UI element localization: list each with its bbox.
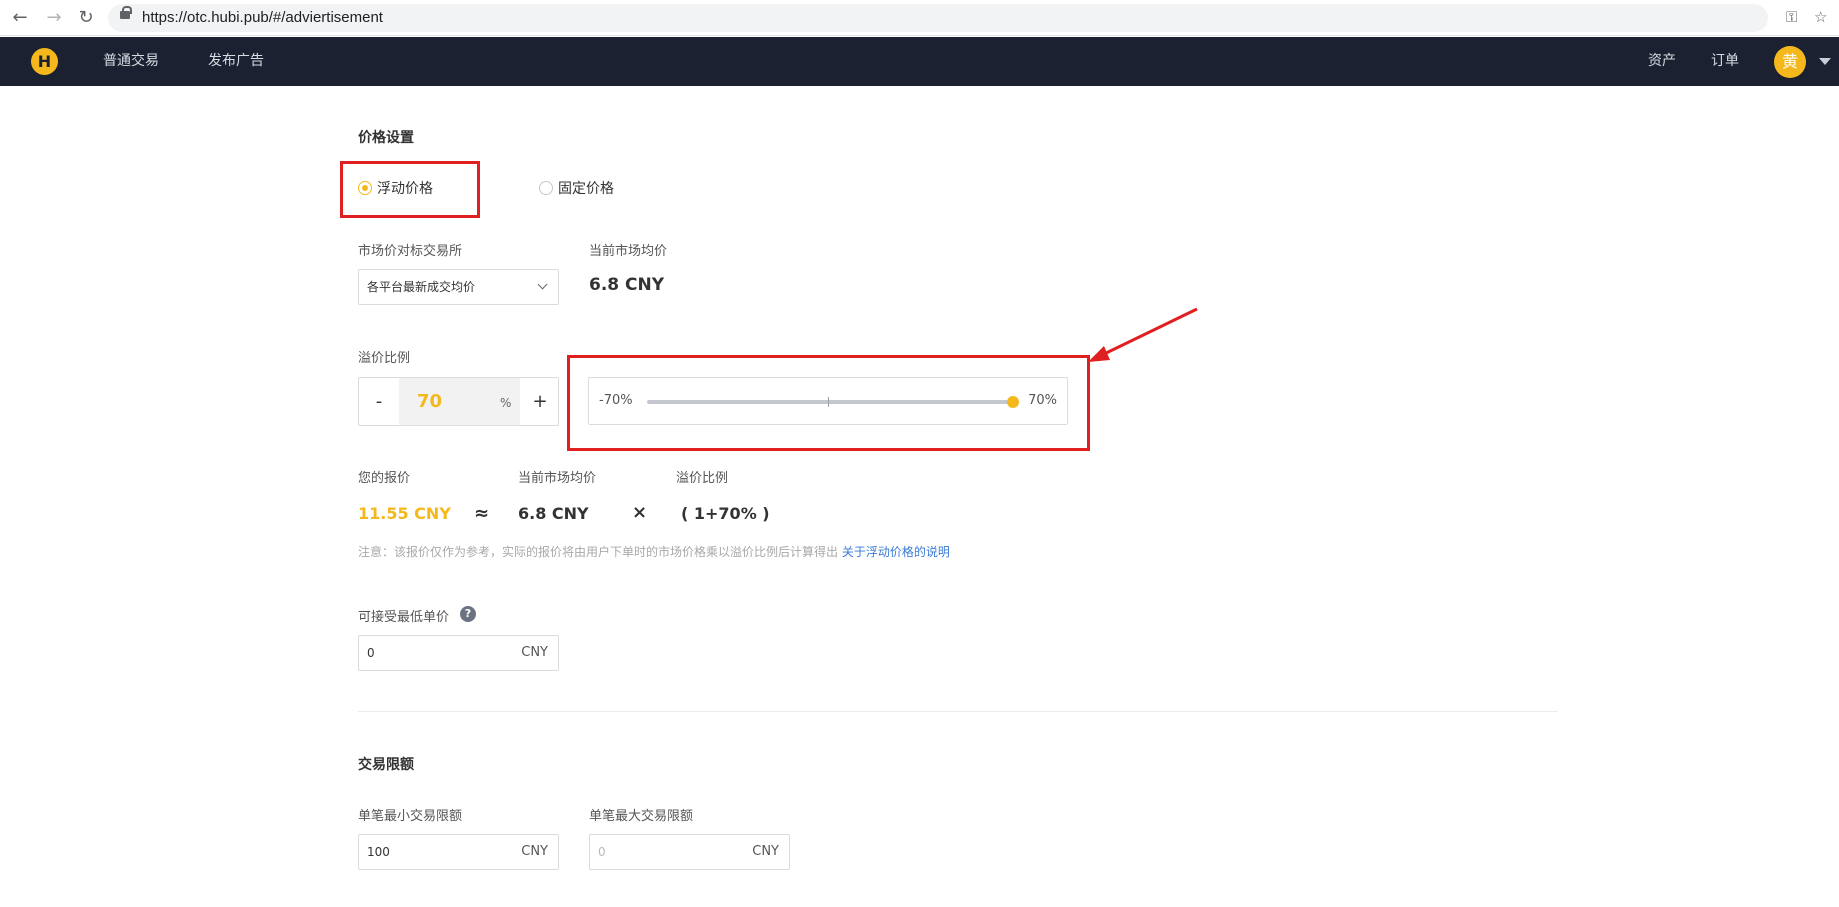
chevron-down-icon [537,279,548,290]
premium-plus-button[interactable]: + [520,378,560,425]
lock-icon [120,6,132,19]
max-limit-placeholder: 0 [598,845,606,859]
min-limit-value: 100 [367,845,390,859]
annotation-arrow-icon [1088,307,1198,362]
back-arrow-icon[interactable]: ← [8,6,32,30]
formula-premium-label: 溢价比例 [676,471,729,486]
premium-minus-button[interactable]: - [359,378,399,425]
premium-stepper: - 70 % + [358,377,559,426]
times-symbol: × [632,502,648,523]
min-limit-label: 单笔最小交易限额 [358,809,463,824]
floating-price-notice: 注意：该报价仅作为参考，实际的报价将由用户下单时的市场价格乘以溢价比例后计算得出… [358,543,950,560]
min-price-input[interactable]: 0 CNY [358,635,559,671]
market-avg-value: 6.8 CNY [589,275,665,295]
address-bar[interactable]: https://otc.hubi.pub/#/adviertisement [108,4,1768,32]
min-price-label: 可接受最低单价 [358,610,450,625]
forward-arrow-icon[interactable]: → [42,6,66,30]
exchange-select[interactable]: 各平台最新成交均价 [358,269,559,305]
key-icon[interactable]: ⚿ [1786,8,1797,26]
premium-unit: % [500,396,512,410]
app-header: H 普通交易 发布广告 资产 订单 黄 [0,37,1839,86]
nav-normal-trade[interactable]: 普通交易 [103,37,159,86]
notice-text: 注意：该报价仅作为参考，实际的报价将由用户下单时的市场价格乘以溢价比例后计算得出 [358,545,839,559]
max-limit-unit: CNY [752,844,779,859]
min-limit-input[interactable]: 100 CNY [358,834,559,870]
annotation-highlight-slider [567,355,1090,451]
floating-price-help-link[interactable]: 关于浮动价格的说明 [842,545,950,559]
browser-toolbar: ← → ↻ https://otc.hubi.pub/#/adviertisem… [0,0,1839,36]
min-price-unit: CNY [521,645,548,660]
annotation-highlight-radio [340,161,480,218]
exchange-label: 市场价对标交易所 [358,244,463,259]
radio-fixed-price[interactable] [539,181,553,195]
max-limit-input[interactable]: 0 CNY [589,834,790,870]
formula-market-value: 6.8 CNY [518,504,589,523]
star-icon[interactable]: ☆ [1814,8,1827,26]
formula-market-label: 当前市场均价 [518,471,597,486]
radio-fixed-label[interactable]: 固定价格 [558,178,614,198]
section-divider [358,711,1558,712]
reload-icon[interactable]: ↻ [74,6,98,30]
nav-assets[interactable]: 资产 [1648,37,1676,86]
trade-limits-title: 交易限额 [358,757,414,773]
your-price-label: 您的报价 [358,471,411,486]
price-settings-title: 价格设置 [358,130,414,146]
exchange-select-value: 各平台最新成交均价 [367,280,476,294]
market-avg-label: 当前市场均价 [589,244,668,259]
your-price-value: 11.55 CNY [358,504,451,523]
premium-label: 溢价比例 [358,351,411,366]
avatar[interactable]: 黄 [1774,46,1806,78]
premium-input[interactable]: 70 % [399,378,520,425]
formula-premium-value: ( 1+70% ) [681,504,770,523]
min-price-value: 0 [367,646,375,660]
nav-orders[interactable]: 订单 [1711,37,1739,86]
hubi-logo[interactable]: H [31,48,58,75]
chevron-down-icon[interactable] [1819,58,1831,65]
min-limit-unit: CNY [521,844,548,859]
premium-input-value: 70 [417,391,443,412]
nav-post-ad[interactable]: 发布广告 [208,37,264,86]
max-limit-label: 单笔最大交易限额 [589,809,694,824]
url-text: https://otc.hubi.pub/#/adviertisement [142,9,383,26]
approx-symbol: ≈ [474,503,490,524]
help-icon[interactable]: ? [460,606,476,622]
